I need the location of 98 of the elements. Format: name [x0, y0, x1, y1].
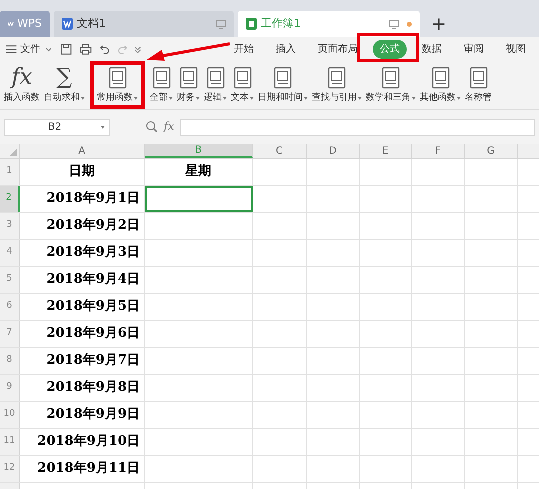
- formula-input[interactable]: [180, 118, 535, 136]
- w-logo-icon: [8, 19, 14, 29]
- caret-icon: [250, 96, 254, 100]
- caret-icon: [169, 96, 173, 100]
- ribbon-label: 常用函数: [97, 92, 133, 104]
- ribbon-button[interactable]: 名称管: [464, 64, 493, 105]
- caret-icon: [134, 96, 138, 100]
- undo-icon[interactable]: [100, 45, 110, 54]
- caret-icon[interactable]: [135, 46, 142, 52]
- document-icon: [62, 18, 73, 30]
- caret-icon: [101, 126, 105, 128]
- ribbon-label: 名称管: [465, 92, 492, 104]
- ribbon-button[interactable]: 全部: [149, 64, 174, 105]
- column-header[interactable]: E: [360, 144, 412, 158]
- column-header[interactable]: F: [412, 144, 465, 158]
- document-tab[interactable]: 文档1: [54, 11, 234, 37]
- highlight-frame: [357, 33, 419, 62]
- caret-icon: [358, 96, 362, 100]
- function-label[interactable]: fx: [164, 118, 174, 136]
- save-icon[interactable]: [61, 44, 72, 55]
- ribbon-tab[interactable]: 数据: [415, 40, 450, 59]
- table-cell[interactable]: 2018年9月2日: [20, 213, 145, 239]
- ribbon-label: 数学和三角: [366, 92, 411, 104]
- caret-icon: [304, 96, 308, 100]
- function-sheet-icon: [274, 67, 292, 89]
- spreadsheet-icon: [246, 18, 257, 30]
- ribbon-button[interactable]: 查找与引用: [311, 64, 363, 105]
- table-cell[interactable]: 星期: [145, 159, 253, 185]
- tab-label: 工作簿1: [261, 16, 302, 32]
- function-sheet-icon: [328, 67, 346, 89]
- ribbon-button[interactable]: 常用函数: [90, 60, 145, 109]
- ribbon-label: 查找与引用: [312, 92, 357, 104]
- ribbon-label: 逻辑: [204, 92, 222, 104]
- table-cell[interactable]: 2018年9月1日: [20, 186, 145, 212]
- function-sheet-icon: [180, 67, 198, 89]
- function-sheet-icon: [152, 67, 170, 89]
- ribbon-button[interactable]: ∑ 自动求和: [43, 64, 86, 105]
- caret-icon: [196, 96, 200, 100]
- redo-icon[interactable]: [118, 45, 128, 54]
- ribbon-button[interactable]: 文本: [230, 64, 255, 105]
- table-cell[interactable]: [145, 186, 253, 212]
- table-cell[interactable]: 2018年9月3日: [20, 240, 145, 266]
- ribbon-label: 财务: [177, 92, 195, 104]
- caret-icon: [223, 96, 227, 100]
- print-icon[interactable]: [80, 44, 92, 55]
- ribbon-button[interactable]: 其他函数: [419, 64, 462, 105]
- column-header[interactable]: C: [253, 144, 307, 158]
- ribbon-button[interactable]: 财务: [176, 64, 201, 105]
- ribbon-tab[interactable]: 页面布局: [311, 40, 366, 59]
- function-sheet-icon: [206, 67, 224, 89]
- cell-reference: B2: [47, 120, 63, 134]
- function-sheet-icon: [470, 67, 488, 89]
- ribbon-label: 插入函数: [4, 92, 40, 104]
- caret-icon: [457, 96, 461, 100]
- function-sheet-icon: [108, 67, 126, 89]
- caret-icon: [412, 96, 416, 100]
- table-cell[interactable]: 2018年9月6日: [20, 321, 145, 347]
- table-cell[interactable]: 2018年9月9日: [20, 402, 145, 428]
- table-cell[interactable]: 2018年9月5日: [20, 294, 145, 320]
- function-sheet-icon: [234, 67, 252, 89]
- ribbon-button[interactable]: 数学和三角: [365, 64, 417, 105]
- table-cell[interactable]: 2018年9月8日: [20, 375, 145, 401]
- menu-icon[interactable]: [6, 45, 17, 54]
- ribbon-button[interactable]: 日期和时间: [257, 64, 309, 105]
- tab-label: WPS: [18, 16, 42, 32]
- table-cell[interactable]: 2018年9月7日: [20, 348, 145, 374]
- column-header[interactable]: G: [465, 144, 518, 158]
- function-symbol-icon: ∑: [56, 65, 72, 91]
- ribbon-tab[interactable]: 视图: [499, 40, 534, 59]
- table-cell[interactable]: 2018年9月11日: [20, 456, 145, 482]
- ribbon-tab[interactable]: 开始: [227, 40, 262, 59]
- zoom-icon[interactable]: [146, 121, 158, 133]
- ribbon-label: 文本: [231, 92, 249, 104]
- ribbon-button[interactable]: fx 插入函数: [3, 64, 41, 105]
- file-menu[interactable]: 文件: [20, 42, 41, 57]
- function-sheet-icon: [382, 67, 400, 89]
- monitor-icon: [216, 20, 226, 28]
- document-tab[interactable]: 工作簿1: [238, 11, 420, 37]
- new-tab-button[interactable]: +: [424, 11, 454, 37]
- ribbon-label: 日期和时间: [258, 92, 303, 104]
- ribbon-tab[interactable]: 插入: [269, 40, 304, 59]
- table-cell[interactable]: 日期: [20, 159, 145, 185]
- caret-icon: [81, 96, 85, 100]
- caret-icon: [46, 48, 52, 52]
- ribbon-label: 全部: [150, 92, 168, 104]
- ribbon-label: 自动求和: [44, 92, 80, 104]
- name-box[interactable]: B2: [4, 118, 110, 136]
- tab-label: 文档1: [77, 16, 107, 32]
- ribbon-label: 其他函数: [420, 92, 456, 104]
- ribbon-button[interactable]: 逻辑: [203, 64, 228, 105]
- monitor-icon: [389, 20, 399, 28]
- table-cell[interactable]: 2018年9月4日: [20, 267, 145, 293]
- table-cell[interactable]: 2018年9月10日: [20, 429, 145, 455]
- function-symbol-icon: fx: [12, 65, 32, 91]
- ribbon-tab[interactable]: 审阅: [457, 40, 492, 59]
- corner-triangle-icon: [10, 149, 17, 156]
- function-sheet-icon: [432, 67, 450, 89]
- column-header[interactable]: D: [307, 144, 360, 158]
